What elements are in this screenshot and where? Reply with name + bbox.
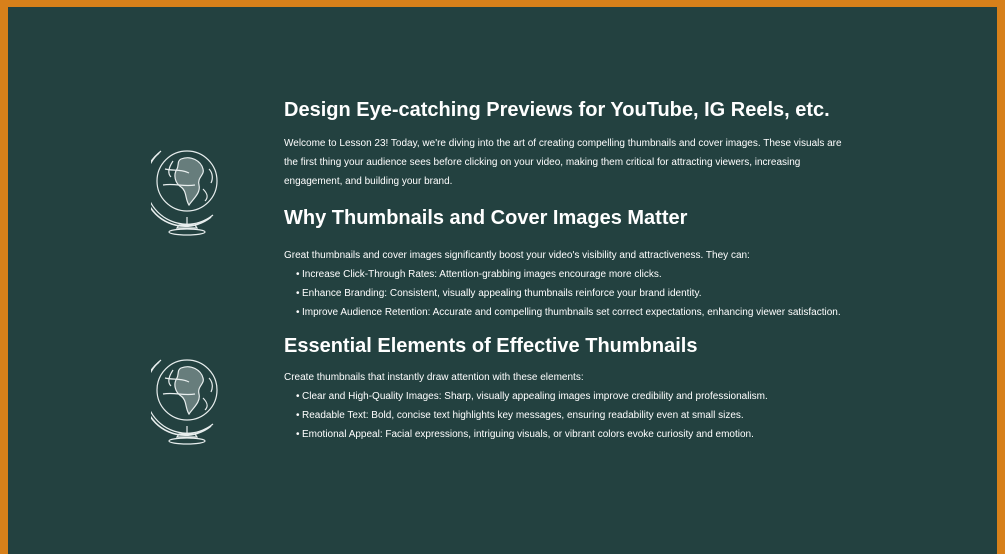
list-item: • Emotional Appeal: Facial expressions, i… bbox=[296, 425, 904, 444]
globe-icon bbox=[151, 348, 227, 446]
intro-line: engagement, and building your brand. bbox=[284, 176, 453, 187]
list-item: • Improve Audience Retention: Accurate an… bbox=[296, 303, 904, 322]
slide-frame: Design Eye-catching Previews for YouTube… bbox=[0, 0, 1005, 554]
intro-line: the first thing your audience sees befor… bbox=[284, 157, 801, 168]
lesson-content: Design Eye-catching Previews for YouTube… bbox=[284, 96, 904, 444]
section-intro: Create thumbnails that instantly draw at… bbox=[284, 372, 584, 383]
section-heading-why: Why Thumbnails and Cover Images Matter bbox=[284, 207, 688, 229]
globe-icon bbox=[151, 139, 227, 237]
list-item: • Increase Click-Through Rates: Attention… bbox=[296, 265, 904, 284]
list-item: • Enhance Branding: Consistent, visually … bbox=[296, 284, 904, 303]
section-intro: Great thumbnails and cover images signif… bbox=[284, 250, 750, 261]
list-item: • Clear and High-Quality Images: Sharp, v… bbox=[296, 387, 904, 406]
list-item: • Readable Text: Bold, concise text highl… bbox=[296, 406, 904, 425]
section-heading-elements: Essential Elements of Effective Thumbnai… bbox=[284, 335, 698, 357]
benefits-list: • Increase Click-Through Rates: Attention… bbox=[284, 265, 904, 322]
page-title: Design Eye-catching Previews for YouTube… bbox=[284, 99, 830, 121]
elements-list: • Clear and High-Quality Images: Sharp, v… bbox=[284, 387, 904, 444]
intro-line: Welcome to Lesson 23! Today, we're divin… bbox=[284, 138, 842, 149]
